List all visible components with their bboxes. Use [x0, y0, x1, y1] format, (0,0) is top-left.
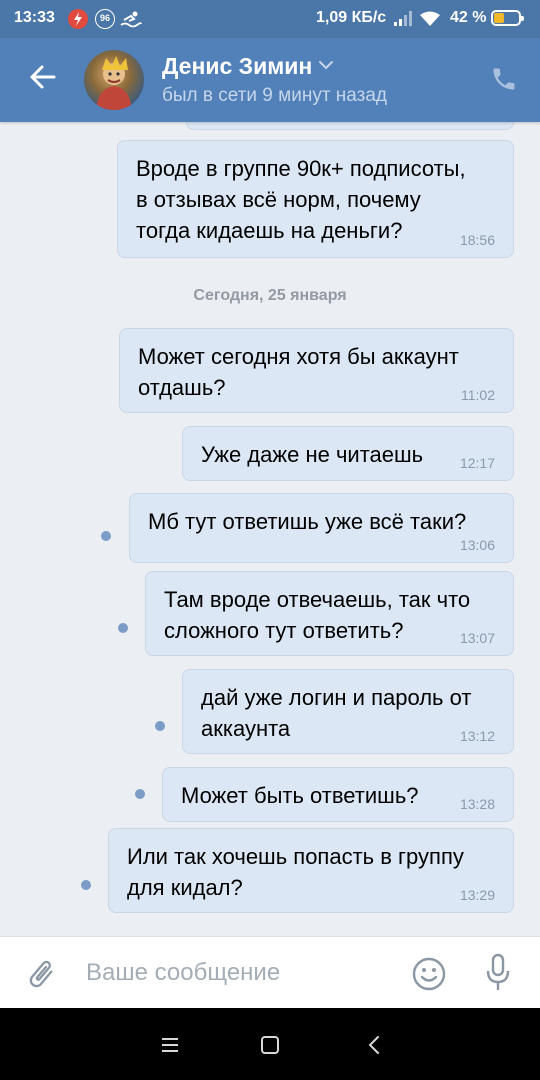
phone-icon[interactable] [490, 65, 518, 93]
message-bubble[interactable]: Или так хочешь попасть в группу для кида… [108, 828, 514, 913]
notification-badge-icon: 96 [95, 9, 115, 29]
arrow-left-icon[interactable] [28, 62, 58, 92]
swimmer-notification-icon [120, 9, 142, 29]
message-time: 13:12 [459, 728, 495, 744]
microphone-icon[interactable] [484, 953, 512, 993]
battery-icon [491, 10, 524, 26]
message-composer: Ваше сообщение [0, 936, 540, 1008]
paperclip-icon[interactable] [24, 957, 58, 991]
message-time: 13:29 [459, 887, 495, 903]
message-bubble[interactable]: Может сегодня хотя бы аккаунт отдашь? 11… [119, 328, 514, 413]
battery-percent: 42 % [450, 9, 487, 26]
message-bubble[interactable]: Вроде в группе 90к+ подписоты, в отзывах… [117, 140, 514, 258]
unread-indicator [135, 789, 145, 799]
home-square-icon[interactable] [259, 1034, 281, 1056]
message-text: Или так хочешь попасть в группу для кида… [127, 844, 464, 900]
menu-icon[interactable] [159, 1034, 181, 1056]
unread-indicator [81, 880, 91, 890]
unread-indicator [118, 623, 128, 633]
last-seen-status: был в сети 9 минут назад [162, 85, 388, 106]
signal-icon [394, 11, 412, 26]
smiley-icon[interactable] [411, 956, 447, 992]
avatar[interactable] [84, 50, 144, 110]
message-bubble[interactable]: Мб тут ответишь уже всё таки? 13:06 [129, 493, 514, 563]
wifi-icon [420, 11, 440, 27]
network-speed: 1,09 КБ/с [316, 9, 387, 26]
status-bar: 13:33 96 1,09 КБ/с 42 % [0, 0, 540, 38]
battery-fill [494, 13, 504, 23]
system-navigation-bar [0, 1008, 540, 1080]
message-text: Там вроде отвечаешь, так что сложного ту… [164, 587, 471, 643]
message-bubble[interactable]: Там вроде отвечаешь, так что сложного ту… [145, 571, 514, 656]
message-text: Может сегодня хотя бы аккаунт отдашь? [138, 344, 459, 400]
date-separator: Сегодня, 25 января [193, 287, 347, 304]
message-text: дай уже логин и пароль от аккаунта [201, 685, 472, 741]
message-time: 13:07 [459, 630, 495, 646]
back-chevron-icon[interactable] [364, 1034, 386, 1056]
unread-indicator [155, 721, 165, 731]
message-time: 12:17 [459, 455, 495, 471]
message-text: Может быть ответишь? [181, 783, 419, 808]
message-text: Уже даже не читаешь [201, 442, 424, 467]
message-bubble[interactable]: Уже даже не читаешь 12:17 [182, 426, 514, 481]
chevron-down-icon[interactable] [318, 58, 334, 72]
message-time: 13:28 [459, 796, 495, 812]
status-time: 13:33 [14, 9, 55, 26]
message-text: Вроде в группе 90к+ подписоты, в отзывах… [136, 156, 466, 243]
message-time: 18:56 [459, 232, 495, 248]
message-bubble[interactable]: Может быть ответишь? 13:28 [162, 767, 514, 822]
message-time: 11:02 [461, 387, 495, 403]
unread-indicator [101, 531, 111, 541]
chat-history[interactable]: Вроде в группе 90к+ подписоты, в отзывах… [0, 122, 540, 936]
contact-name[interactable]: Денис Зимин [162, 53, 312, 80]
message-time: 13:06 [459, 537, 495, 553]
message-text: Мб тут ответишь уже всё таки? [148, 509, 467, 534]
message-input[interactable]: Ваше сообщение [86, 959, 280, 987]
chat-header: Денис Зимин был в сети 9 минут назад [0, 38, 540, 122]
message-bubble[interactable]: дай уже логин и пароль от аккаунта 13:12 [182, 669, 514, 754]
flash-notification-icon [68, 9, 88, 29]
message-bubble-partial[interactable] [186, 122, 514, 130]
